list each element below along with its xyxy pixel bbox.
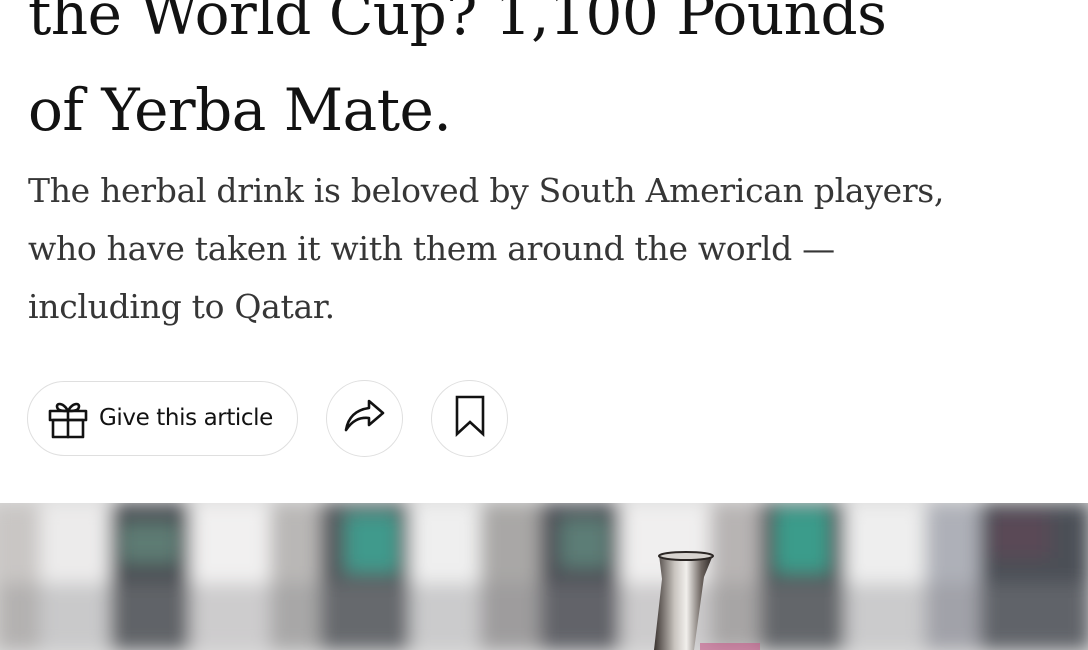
article-photo <box>0 503 1088 650</box>
article-page: the World Cup? 1,100 Pounds of Yerba Mat… <box>0 0 1088 650</box>
summary-line: including to Qatar. <box>28 287 335 326</box>
give-article-label: Give this article <box>99 405 273 431</box>
bookmark-icon <box>454 395 486 442</box>
headline-line: of Yerba Mate. <box>28 76 452 144</box>
give-article-button[interactable]: Give this article <box>27 380 298 456</box>
article-summary: The herbal drink is beloved by South Ame… <box>28 162 1068 336</box>
save-button[interactable] <box>431 379 508 457</box>
summary-line: The herbal drink is beloved by South Ame… <box>28 171 945 210</box>
headline: the World Cup? 1,100 Pounds of Yerba Mat… <box>28 0 1068 158</box>
share-button[interactable] <box>326 379 403 457</box>
headline-line: the World Cup? 1,100 Pounds <box>28 0 887 48</box>
share-icon <box>342 396 388 441</box>
article-actions: Give this article <box>27 379 508 457</box>
gift-icon <box>46 396 90 440</box>
summary-line: who have taken it with them around the w… <box>28 229 835 268</box>
